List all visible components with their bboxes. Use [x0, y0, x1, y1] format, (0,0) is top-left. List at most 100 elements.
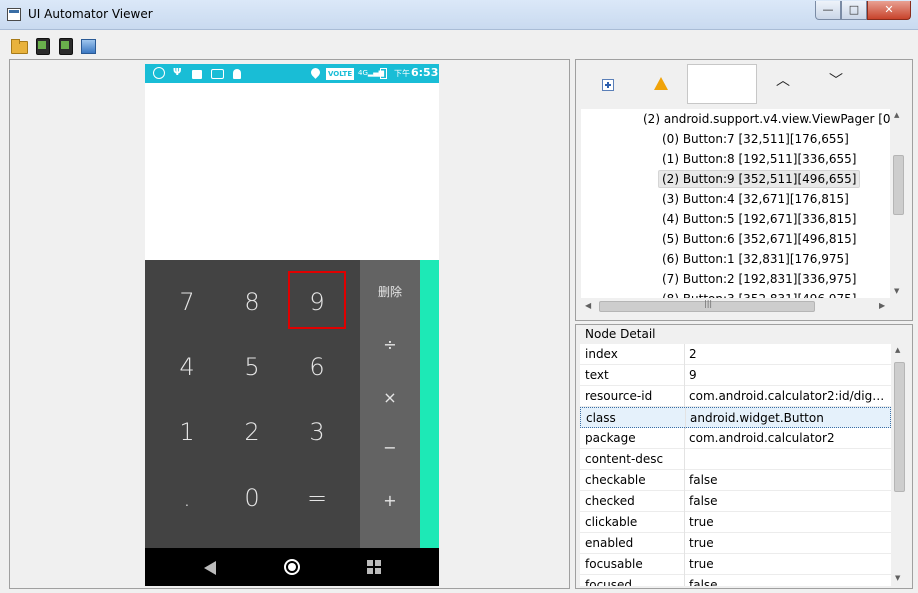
status-ampm: 下午 — [394, 69, 410, 78]
tree-toolbar: ︿ ﹀ — [576, 60, 912, 106]
scroll-down-arrow-icon[interactable]: ▼ — [895, 574, 900, 582]
tree-vertical-scrollbar[interactable]: ▲ ▼ — [890, 109, 907, 298]
scroll-right-arrow-icon[interactable]: ▶ — [879, 301, 885, 310]
property-value: com.android.calculator2 — [689, 431, 835, 445]
location-icon — [309, 66, 322, 79]
hierarchy-panel: ︿ ﹀ (2) android.support.v4.view.ViewPage… — [575, 59, 913, 321]
tree-vscroll-thumb[interactable] — [893, 155, 904, 215]
alarm-icon — [153, 67, 165, 79]
tree-item[interactable]: (6) Button:1 [32,831][176,975] — [659, 250, 852, 268]
divide-button[interactable]: ÷ — [360, 320, 420, 370]
tree-item[interactable]: (3) Button:4 [32,671][176,815] — [659, 190, 852, 208]
device-screenshot-compressed-icon[interactable] — [57, 38, 73, 55]
expand-all-icon[interactable] — [602, 79, 614, 91]
property-value: true — [689, 515, 714, 529]
property-value: android.widget.Button — [690, 411, 824, 425]
tree-item[interactable]: (1) Button:8 [192,511][336,655] — [659, 150, 859, 168]
property-value: false — [689, 494, 718, 508]
home-icon[interactable] — [284, 559, 300, 575]
table-row[interactable]: enabled true — [580, 533, 891, 554]
tree-item[interactable]: (7) Button:2 [192,831][336,975] — [659, 270, 859, 288]
property-value: true — [689, 536, 714, 550]
key-equals[interactable]: = — [285, 466, 349, 530]
key-3[interactable]: 3 — [285, 400, 349, 464]
toolbar — [0, 30, 918, 60]
minimize-button[interactable]: — — [815, 1, 841, 20]
key-1[interactable]: 1 — [155, 400, 219, 464]
back-icon[interactable] — [204, 561, 216, 575]
scroll-left-arrow-icon[interactable]: ◀ — [585, 301, 591, 310]
table-row[interactable]: resource-id com.android.calculator2:id/di… — [580, 386, 891, 407]
key-5[interactable]: 5 — [220, 335, 284, 399]
chevron-up-icon[interactable]: ︿ — [776, 74, 790, 88]
warning-icon[interactable] — [654, 77, 668, 90]
window-title: UI Automator Viewer — [28, 7, 153, 21]
key-8[interactable]: 8 — [220, 270, 284, 334]
navigation-bar — [145, 548, 439, 586]
device-screenshot[interactable]: Ψ VOLTE 4G▂▄▆ 下午6:53 7 8 9 4 5 6 1 2 3 .… — [145, 64, 439, 586]
app-window-icon — [7, 8, 21, 21]
property-key: checkable — [585, 473, 646, 487]
tree-item[interactable]: (5) Button:6 [352,671][496,815] — [659, 230, 859, 248]
table-row[interactable]: clickable true — [580, 512, 891, 533]
save-icon[interactable] — [80, 38, 96, 54]
close-button[interactable]: ✕ — [867, 1, 911, 20]
recents-icon[interactable] — [367, 560, 381, 574]
tree-item[interactable]: (8) Button:3 [352,831][496,975] — [659, 290, 859, 298]
table-row[interactable]: index 2 — [580, 344, 891, 365]
table-row[interactable]: focusable true — [580, 554, 891, 575]
lock-icon — [192, 70, 202, 79]
network-type: 4G — [358, 69, 368, 77]
property-key: package — [585, 431, 636, 445]
table-row[interactable]: package com.android.calculator2 — [580, 428, 891, 449]
tree-item[interactable]: (4) Button:5 [192,671][336,815] — [659, 210, 859, 228]
tree-item-selected[interactable]: (2) Button:9 [352,511][496,655] — [658, 170, 861, 188]
person-icon — [233, 69, 241, 79]
detail-vertical-scrollbar[interactable]: ▲ ▼ — [891, 344, 908, 586]
scroll-up-arrow-icon[interactable]: ▲ — [894, 111, 899, 119]
tree-item[interactable]: (0) Button:7 [32,511][176,655] — [659, 130, 852, 148]
open-folder-icon[interactable] — [11, 38, 28, 54]
property-key: content-desc — [585, 452, 664, 466]
scroll-grip: ||| — [704, 299, 713, 308]
scroll-up-arrow-icon[interactable]: ▲ — [895, 346, 900, 354]
detail-vscroll-thumb[interactable] — [894, 362, 905, 492]
chevron-down-icon[interactable]: ﹀ — [829, 74, 843, 88]
node-detail-table[interactable]: index 2 text 9 resource-id com.android.calc… — [580, 344, 891, 586]
plus-button[interactable]: + — [360, 476, 420, 526]
screenshot-panel: Ψ VOLTE 4G▂▄▆ 下午6:53 7 8 9 4 5 6 1 2 3 .… — [9, 59, 570, 589]
advanced-panel-handle[interactable] — [420, 260, 439, 548]
tree-horizontal-scrollbar[interactable]: ◀ ||| ▶ — [581, 298, 891, 315]
property-key: enabled — [585, 536, 634, 550]
property-value: false — [689, 473, 718, 487]
property-key: focusable — [585, 557, 643, 571]
property-key: checked — [585, 494, 635, 508]
node-filter-input[interactable] — [687, 64, 757, 104]
multiply-button[interactable]: × — [360, 373, 420, 423]
key-7[interactable]: 7 — [155, 270, 219, 334]
message-icon — [211, 69, 224, 79]
table-row[interactable]: text 9 — [580, 365, 891, 386]
maximize-button[interactable]: □ — [841, 1, 867, 20]
property-value: com.android.calculator2:id/digit... — [689, 389, 887, 403]
key-2[interactable]: 2 — [220, 400, 284, 464]
tree-item[interactable]: (2) android.support.v4.view.ViewPager [0… — [640, 110, 891, 128]
key-dot[interactable]: . — [155, 466, 219, 530]
delete-button[interactable]: 删除 — [360, 267, 420, 317]
table-row-selected[interactable]: class android.widget.Button — [580, 407, 891, 429]
key-6[interactable]: 6 — [285, 335, 349, 399]
minus-button[interactable]: − — [360, 423, 420, 473]
key-4[interactable]: 4 — [155, 335, 219, 399]
property-value: false — [689, 578, 718, 586]
scroll-down-arrow-icon[interactable]: ▼ — [894, 287, 899, 295]
device-screenshot-icon[interactable] — [34, 38, 50, 55]
battery-icon — [380, 68, 387, 79]
table-row[interactable]: focused false — [580, 575, 891, 586]
property-key: resource-id — [585, 389, 653, 403]
table-row[interactable]: checked false — [580, 491, 891, 512]
table-row[interactable]: content-desc — [580, 449, 891, 470]
key-0[interactable]: 0 — [220, 466, 284, 530]
table-row[interactable]: checkable false — [580, 470, 891, 491]
status-bar: Ψ VOLTE 4G▂▄▆ 下午6:53 — [145, 64, 439, 83]
hierarchy-tree[interactable]: (2) android.support.v4.view.ViewPager [0… — [581, 109, 891, 298]
